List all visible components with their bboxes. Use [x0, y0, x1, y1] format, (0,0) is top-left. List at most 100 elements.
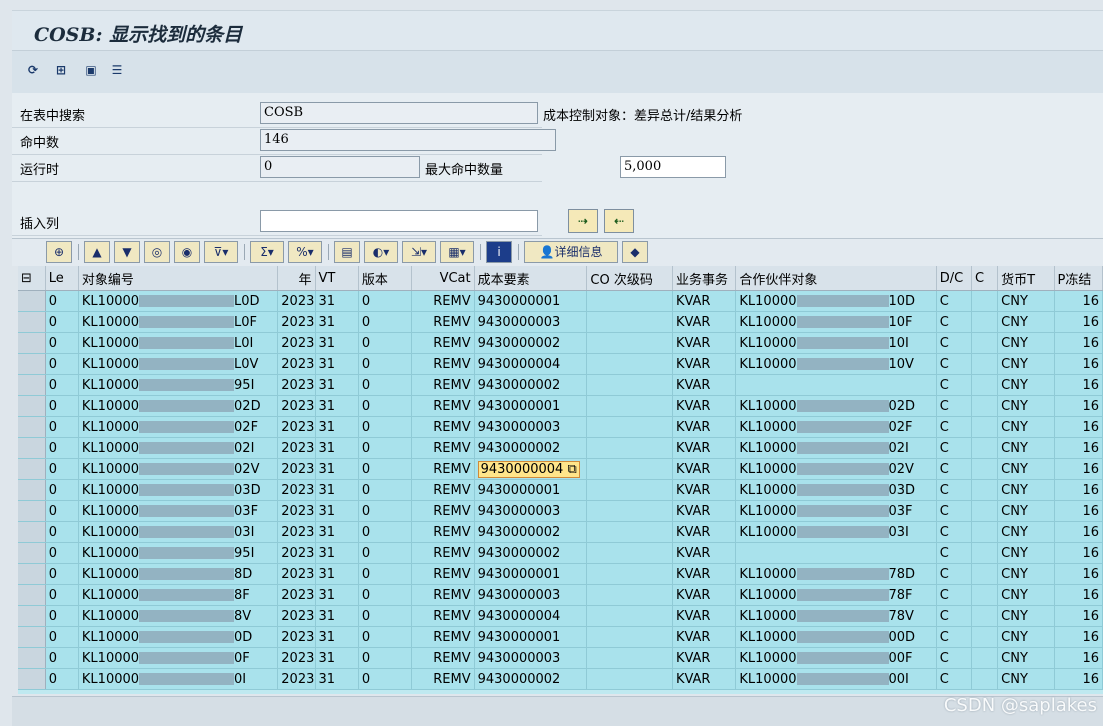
- table-cell[interactable]: 9430000001: [474, 479, 588, 501]
- table-cell[interactable]: CNY: [997, 437, 1055, 459]
- table-cell[interactable]: CNY: [997, 521, 1055, 543]
- table-cell[interactable]: 16: [1054, 374, 1103, 396]
- table-cell[interactable]: [586, 353, 673, 375]
- table-row[interactable]: 0 KL10000 L0V 2023 31 0 REMV 9430000004 KVAR KL10…: [18, 353, 1103, 375]
- table-cell[interactable]: [586, 416, 673, 438]
- table-cell[interactable]: [971, 521, 999, 543]
- table-cell[interactable]: KL10000 0F: [78, 647, 279, 669]
- table-cell[interactable]: 0: [358, 395, 413, 417]
- table-row[interactable]: 0 KL10000 95I 2023 31 0 REMV 9430000002 KVAR C CNY…: [18, 374, 1103, 396]
- column-header[interactable]: VCat: [411, 266, 475, 291]
- table-cell[interactable]: KL10000 03F: [78, 500, 279, 522]
- table-cell[interactable]: 16: [1054, 332, 1103, 354]
- table-cell[interactable]: 31: [315, 500, 359, 522]
- table-cell[interactable]: 2023: [277, 479, 316, 501]
- table-cell[interactable]: 2023: [277, 290, 316, 312]
- table-cell[interactable]: 0: [358, 416, 413, 438]
- table-cell[interactable]: 16: [1054, 479, 1103, 501]
- table-cell[interactable]: KVAR: [672, 416, 737, 438]
- max-hits-input[interactable]: 5,000: [620, 156, 726, 178]
- row-selector[interactable]: [18, 437, 46, 459]
- column-header[interactable]: 合作伙伴对象: [735, 266, 937, 291]
- table-cell[interactable]: 0: [358, 311, 413, 333]
- table-cell[interactable]: 2023: [277, 458, 316, 480]
- column-header[interactable]: Le: [45, 266, 79, 291]
- table-cell[interactable]: 9430000003: [474, 500, 588, 522]
- table-cell[interactable]: [586, 563, 673, 585]
- list-icon[interactable]: ☰: [108, 61, 126, 79]
- table-cell[interactable]: 0: [45, 479, 79, 501]
- table-cell[interactable]: REMV: [411, 458, 475, 480]
- table-cell[interactable]: 0: [45, 353, 79, 375]
- export-button[interactable]: ⇲▾: [402, 241, 436, 263]
- table-cell[interactable]: KVAR: [672, 332, 737, 354]
- table-cell[interactable]: 16: [1054, 395, 1103, 417]
- table-cell[interactable]: 31: [315, 437, 359, 459]
- search-table-field[interactable]: COSB: [260, 102, 538, 124]
- table-cell[interactable]: 31: [315, 395, 359, 417]
- table-cell[interactable]: REMV: [411, 626, 475, 648]
- table-cell[interactable]: REMV: [411, 500, 475, 522]
- table-cell[interactable]: [971, 605, 999, 627]
- table-cell[interactable]: KVAR: [672, 437, 737, 459]
- table-cell[interactable]: 9430000002: [474, 437, 588, 459]
- select-all-icon[interactable]: ⊟: [18, 266, 46, 291]
- table-cell[interactable]: C: [936, 605, 973, 627]
- table-cell[interactable]: [971, 311, 999, 333]
- table-cell[interactable]: 0: [45, 374, 79, 396]
- table-cell[interactable]: CNY: [997, 311, 1055, 333]
- column-header[interactable]: 版本: [358, 266, 413, 291]
- row-selector[interactable]: [18, 626, 46, 648]
- table-cell[interactable]: 9430000002: [474, 374, 588, 396]
- table-row[interactable]: 0 KL10000 95I 2023 31 0 REMV 9430000002 KVAR C CNY…: [18, 542, 1103, 564]
- table-cell[interactable]: 0: [45, 626, 79, 648]
- table-cell[interactable]: KL10000 L0I: [78, 332, 279, 354]
- sum-button[interactable]: Σ▾: [250, 241, 284, 263]
- column-header[interactable]: VT: [315, 266, 359, 291]
- row-selector[interactable]: [18, 332, 46, 354]
- table-cell[interactable]: 9430000004: [474, 605, 588, 627]
- table-cell[interactable]: CNY: [997, 416, 1055, 438]
- table-cell[interactable]: KL10000 03D: [735, 479, 937, 501]
- table-cell[interactable]: 0: [358, 500, 413, 522]
- table-cell[interactable]: KL10000 00I: [735, 668, 937, 690]
- table-cell[interactable]: [586, 479, 673, 501]
- detail-info-button[interactable]: 👤详细信息: [524, 241, 618, 263]
- table-cell[interactable]: [971, 353, 999, 375]
- selected-cell[interactable]: 9430000004 ⧉: [477, 460, 580, 478]
- table-cell[interactable]: KVAR: [672, 374, 737, 396]
- table-cell[interactable]: 16: [1054, 563, 1103, 585]
- table-cell[interactable]: 2023: [277, 416, 316, 438]
- table-cell[interactable]: 0: [358, 290, 413, 312]
- column-header[interactable]: CO 次级码: [586, 266, 673, 291]
- table-cell[interactable]: 0: [358, 542, 413, 564]
- table-row[interactable]: 0 KL10000 02D 2023 31 0 REMV 9430000001 KVAR KL10…: [18, 395, 1103, 417]
- table-cell[interactable]: [971, 563, 999, 585]
- table-cell[interactable]: 9430000001: [474, 290, 588, 312]
- table-cell[interactable]: 0: [45, 563, 79, 585]
- table-settings-icon[interactable]: ⊞: [52, 61, 70, 79]
- table-cell[interactable]: C: [936, 437, 973, 459]
- table-cell[interactable]: [586, 311, 673, 333]
- table-cell[interactable]: 2023: [277, 626, 316, 648]
- table-cell[interactable]: 16: [1054, 416, 1103, 438]
- table-cell[interactable]: 31: [315, 542, 359, 564]
- row-selector[interactable]: [18, 416, 46, 438]
- table-cell[interactable]: 0: [45, 332, 79, 354]
- table-cell[interactable]: 31: [315, 626, 359, 648]
- table-cell[interactable]: KVAR: [672, 500, 737, 522]
- table-cell[interactable]: 9430000003: [474, 647, 588, 669]
- table-cell[interactable]: 0: [45, 584, 79, 606]
- table-cell[interactable]: [586, 437, 673, 459]
- table-cell[interactable]: [586, 500, 673, 522]
- table-cell[interactable]: KVAR: [672, 353, 737, 375]
- row-selector[interactable]: [18, 605, 46, 627]
- table-cell[interactable]: 16: [1054, 542, 1103, 564]
- view-button[interactable]: ◐▾: [364, 241, 398, 263]
- table-cell[interactable]: KL10000 95I: [78, 542, 279, 564]
- table-cell[interactable]: C: [936, 647, 973, 669]
- table-cell[interactable]: 0: [358, 563, 413, 585]
- table-cell[interactable]: KVAR: [672, 521, 737, 543]
- table-row[interactable]: 0 KL10000 02F 2023 31 0 REMV 9430000003 KVAR KL10…: [18, 416, 1103, 438]
- table-cell[interactable]: 16: [1054, 647, 1103, 669]
